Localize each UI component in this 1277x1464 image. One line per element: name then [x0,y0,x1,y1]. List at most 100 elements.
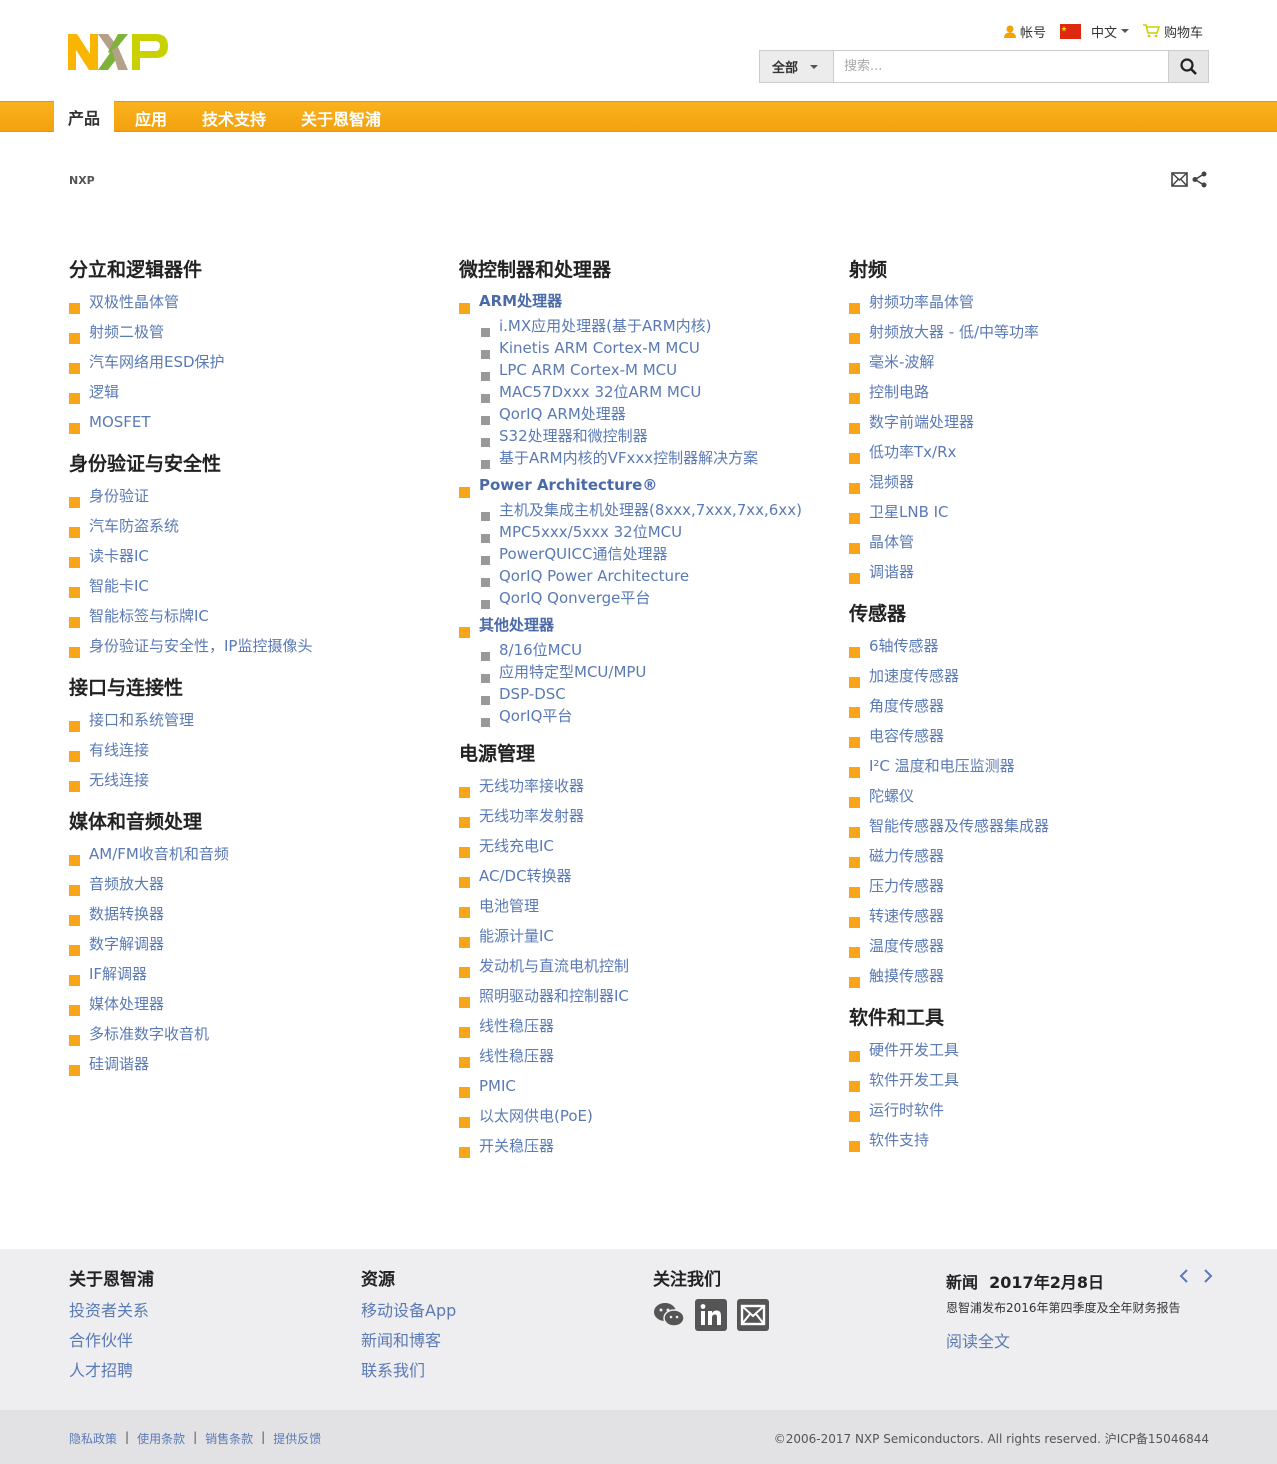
product-link[interactable]: 晶体管 [849,527,1229,557]
product-link[interactable]: 接口和系统管理 [69,705,449,735]
product-sub-link[interactable]: 基于ARM内核的VFxxx控制器解决方案 [479,447,839,469]
product-sub-link[interactable]: 主机及集成主机处理器(8xxx,7xxx,7xx,6xx) [479,499,839,521]
search-input[interactable] [834,51,1168,82]
product-link[interactable]: 电容传感器 [849,721,1229,751]
product-link[interactable]: 角度传感器 [849,691,1229,721]
product-sub-link[interactable]: i.MX应用处理器(基于ARM内核) [479,315,839,337]
product-sub-link[interactable]: QorIQ ARM处理器 [479,403,839,425]
product-link[interactable]: 发动机与直流电机控制 [459,951,839,981]
product-link[interactable]: 射频放大器 - 低/中等功率 [849,317,1229,347]
product-link[interactable]: 智能标签与标牌IC [69,601,449,631]
product-link[interactable]: 软件开发工具 [849,1065,1229,1095]
category-title[interactable]: 分立和逻辑器件 [69,256,449,284]
product-link[interactable]: 无线连接 [69,765,449,795]
product-group-link[interactable]: 其他处理器 [459,611,839,639]
product-link[interactable]: I²C 温度和电压监测器 [849,751,1229,781]
news-read-more-link[interactable]: 阅读全文 [946,1328,1216,1352]
category-title[interactable]: 微控制器和处理器 [459,256,839,284]
product-link[interactable]: 转速传感器 [849,901,1229,931]
product-link[interactable]: 射频二极管 [69,317,449,347]
product-sub-link[interactable]: QorIQ平台 [479,705,839,727]
tab-applications[interactable]: 应用 [121,102,181,133]
email-icon[interactable] [1171,171,1188,188]
product-link[interactable]: 线性稳压器 [459,1011,839,1041]
product-link[interactable]: 硅调谐器 [69,1049,449,1079]
product-link[interactable]: 低功率Tx/Rx [849,437,1229,467]
footer-link-contact[interactable]: 联系我们 [361,1356,456,1386]
product-sub-link[interactable]: S32处理器和微控制器 [479,425,839,447]
category-title[interactable]: 软件和工具 [849,1004,1229,1032]
category-title[interactable]: 身份验证与安全性 [69,450,449,478]
product-sub-link[interactable]: QorIQ Qonverge平台 [479,587,839,609]
tab-support[interactable]: 技术支持 [188,102,280,133]
product-link[interactable]: 温度传感器 [849,931,1229,961]
feedback-link[interactable]: 提供反馈 [273,1430,321,1447]
product-sub-link[interactable]: DSP-DSC [479,683,839,705]
product-link[interactable]: 无线功率发射器 [459,801,839,831]
product-link[interactable]: 无线充电IC [459,831,839,861]
wechat-icon[interactable] [653,1299,685,1331]
nxp-logo[interactable] [68,32,170,72]
product-link[interactable]: 线性稳压器 [459,1041,839,1071]
product-link[interactable]: 运行时软件 [849,1095,1229,1125]
account-link[interactable]: 帐号 [1003,22,1046,41]
product-link[interactable]: 身份验证 [69,481,449,511]
product-link[interactable]: 双极性晶体管 [69,287,449,317]
product-link[interactable]: 陀螺仪 [849,781,1229,811]
product-link[interactable]: 毫米-波解 [849,347,1229,377]
product-link[interactable]: 数字解调器 [69,929,449,959]
product-link[interactable]: 照明驱动器和控制器IC [459,981,839,1011]
product-sub-link[interactable]: MPC5xxx/5xxx 32位MCU [479,521,839,543]
product-sub-link[interactable]: PowerQUICC通信处理器 [479,543,839,565]
product-link[interactable]: 加速度传感器 [849,661,1229,691]
product-sub-link[interactable]: 8/16位MCU [479,639,839,661]
category-title[interactable]: 媒体和音频处理 [69,808,449,836]
cart-link[interactable]: 购物车 [1142,22,1203,41]
product-sub-link[interactable]: 应用特定型MCU/MPU [479,661,839,683]
product-link[interactable]: 磁力传感器 [849,841,1229,871]
product-sub-link[interactable]: QorIQ Power Architecture [479,565,839,587]
product-link[interactable]: 压力传感器 [849,871,1229,901]
product-link[interactable]: PMIC [459,1071,839,1101]
product-sub-link[interactable]: MAC57Dxxx 32位ARM MCU [479,381,839,403]
product-link[interactable]: 能源计量IC [459,921,839,951]
footer-link-partners[interactable]: 合作伙伴 [69,1326,154,1356]
product-sub-link[interactable]: Kinetis ARM Cortex-M MCU [479,337,839,359]
category-title[interactable]: 传感器 [849,600,1229,628]
chevron-left-icon[interactable] [1179,1269,1189,1283]
terms-of-sale-link[interactable]: 销售条款 [205,1430,253,1447]
search-scope-select[interactable]: 全部 [760,51,834,82]
product-link[interactable]: 射频功率晶体管 [849,287,1229,317]
linkedin-icon[interactable] [695,1299,727,1331]
terms-of-use-link[interactable]: 使用条款 [137,1430,185,1447]
email-icon[interactable] [737,1299,769,1331]
product-link[interactable]: 逻辑 [69,377,449,407]
product-link[interactable]: AM/FM收音机和音频 [69,839,449,869]
product-link[interactable]: 读卡器IC [69,541,449,571]
footer-link-careers[interactable]: 人才招聘 [69,1356,154,1386]
product-link[interactable]: 6轴传感器 [849,631,1229,661]
product-link[interactable]: 有线连接 [69,735,449,765]
breadcrumb[interactable]: NXP [69,174,95,187]
product-link[interactable]: 软件支持 [849,1125,1229,1155]
product-link[interactable]: 智能卡IC [69,571,449,601]
product-link[interactable]: 数字前端处理器 [849,407,1229,437]
category-title[interactable]: 电源管理 [459,740,839,768]
tab-about[interactable]: 关于恩智浦 [287,102,395,133]
product-link[interactable]: 调谐器 [849,557,1229,587]
product-link[interactable]: 音频放大器 [69,869,449,899]
product-link[interactable]: 开关稳压器 [459,1131,839,1161]
product-link[interactable]: AC/DC转换器 [459,861,839,891]
language-select[interactable]: 中文 [1059,22,1129,41]
category-title[interactable]: 射频 [849,256,1229,284]
search-button[interactable] [1168,51,1208,82]
product-group-link[interactable]: Power Architecture® [459,471,839,499]
footer-link-news-blog[interactable]: 新闻和博客 [361,1326,456,1356]
product-link[interactable]: 媒体处理器 [69,989,449,1019]
product-link[interactable]: 智能传感器及传感器集成器 [849,811,1229,841]
product-sub-link[interactable]: LPC ARM Cortex-M MCU [479,359,839,381]
product-link[interactable]: 身份验证与安全性，IP监控摄像头 [69,631,449,661]
product-link[interactable]: 触摸传感器 [849,961,1229,991]
product-link[interactable]: 汽车防盗系统 [69,511,449,541]
product-link[interactable]: 以太网供电(PoE) [459,1101,839,1131]
